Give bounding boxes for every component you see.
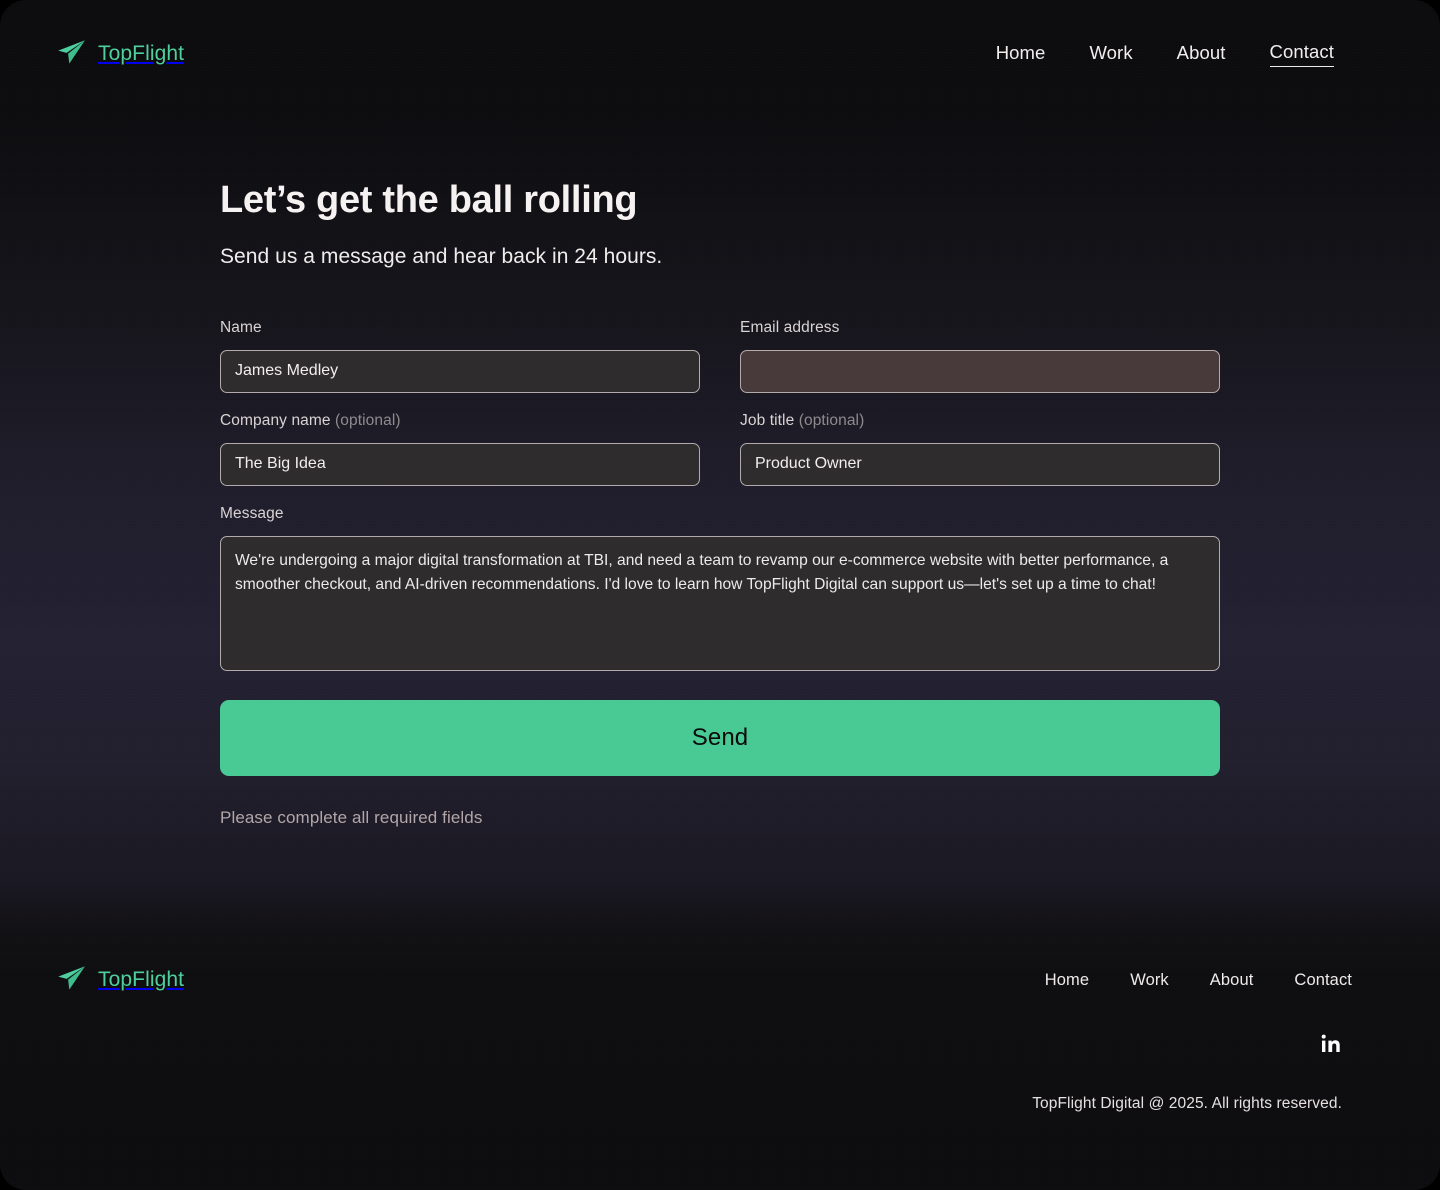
footer-logo-text: TopFlight [98, 968, 185, 991]
footer-nav-item-home[interactable]: Home [1045, 971, 1089, 990]
contact-page: TopFlight Home Work About Contact Let’s … [0, 0, 1440, 1190]
footer-nav: Home Work About Contact [1045, 971, 1384, 990]
page-subtitle: Send us a message and hear back in 24 ho… [220, 244, 663, 268]
footer-nav-item-contact[interactable]: Contact [1294, 971, 1352, 990]
label-company: Company name (optional) [220, 412, 700, 430]
header-nav: Home Work About Contact [996, 41, 1384, 67]
label-job-title-text: Job title [740, 411, 795, 429]
label-name: Name [220, 319, 700, 337]
label-company-text: Company name [220, 411, 331, 429]
label-company-optional: (optional) [330, 411, 401, 429]
form-error-message: Please complete all required fields [220, 807, 483, 827]
linkedin-icon[interactable] [1320, 1033, 1342, 1055]
nav-item-about[interactable]: About [1177, 42, 1226, 67]
label-job-title: Job title (optional) [740, 412, 1220, 430]
paper-plane-icon [56, 39, 86, 70]
label-job-title-optional: (optional) [794, 411, 865, 429]
footer-copyright-row: TopFlight Digital @ 2025. All rights res… [56, 1095, 1384, 1113]
nav-item-work[interactable]: Work [1089, 42, 1132, 67]
footer-nav-item-work[interactable]: Work [1130, 971, 1169, 990]
send-button[interactable]: Send [220, 699, 1220, 776]
company-input[interactable] [220, 442, 700, 486]
name-input[interactable] [220, 349, 700, 393]
form-row-2: Company name (optional) Job title (optio… [220, 412, 1220, 505]
label-email-text: Email address [740, 318, 840, 336]
field-message: Message [220, 505, 1220, 676]
footer-top-row: TopFlight Home Work About Contact [56, 935, 1384, 1011]
field-job-title: Job title (optional) [740, 412, 1220, 486]
field-company: Company name (optional) [220, 412, 700, 486]
site-header: TopFlight Home Work About Contact [0, 0, 1440, 108]
form-row-1: Name Email address [220, 319, 1220, 412]
header-logo-text: TopFlight [98, 42, 185, 65]
job-title-input[interactable] [740, 442, 1220, 486]
label-message: Message [220, 505, 1220, 523]
contact-section: Let’s get the ball rolling Send us a mes… [220, 178, 1220, 828]
label-message-text: Message [220, 504, 284, 522]
header-logo[interactable]: TopFlight [56, 39, 184, 70]
field-name: Name [220, 319, 700, 393]
footer-logo[interactable]: TopFlight [56, 965, 184, 996]
field-email: Email address [740, 319, 1220, 393]
footer-social-row [56, 1033, 1384, 1055]
contact-form: Name Email address Company name (optiona… [220, 319, 1220, 828]
nav-item-contact[interactable]: Contact [1269, 41, 1334, 67]
paper-plane-icon [56, 965, 86, 996]
nav-item-home[interactable]: Home [996, 42, 1046, 67]
label-name-text: Name [220, 318, 262, 336]
label-email: Email address [740, 319, 1220, 337]
copyright-text: TopFlight Digital @ 2025. All rights res… [1032, 1095, 1342, 1112]
message-textarea[interactable] [220, 535, 1220, 671]
email-input[interactable] [740, 349, 1220, 393]
page-title: Let’s get the ball rolling [220, 179, 638, 221]
site-footer: TopFlight Home Work About Contact TopFli… [0, 935, 1440, 1190]
footer-nav-item-about[interactable]: About [1210, 971, 1254, 990]
